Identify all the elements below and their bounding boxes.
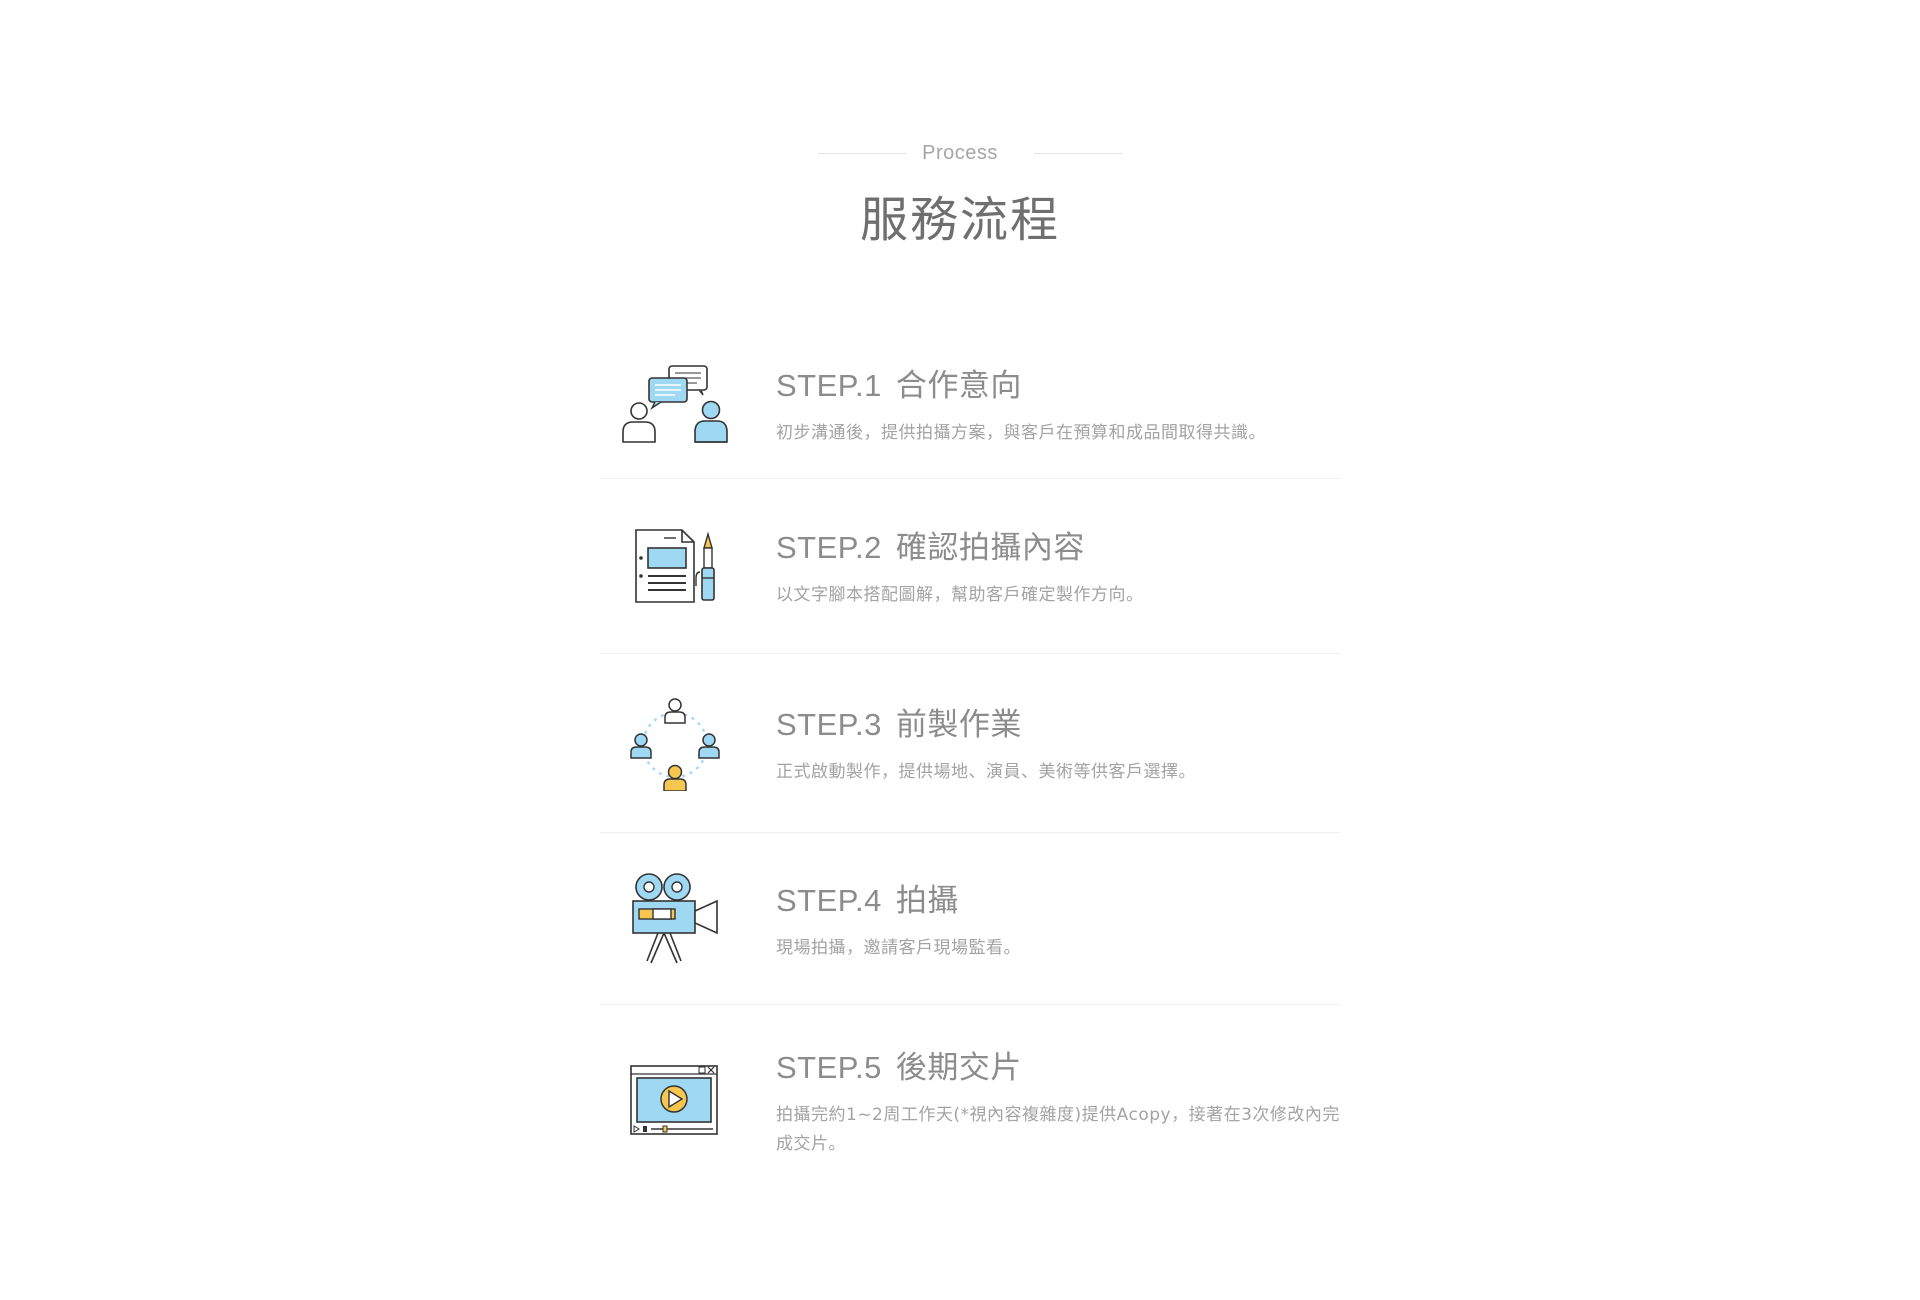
step-description: 以文字腳本搭配圖解，幫助客戶確定製作方向。 [776,585,1144,605]
step-number: STEP.4 [776,882,882,918]
step-number: STEP.1 [776,368,882,403]
step-title: STEP.2 確認拍攝內容 [776,522,1340,567]
film-camera-icon [600,871,750,967]
step-number: STEP.5 [776,1049,882,1085]
team-network-icon [600,695,750,791]
eyebrow-row: Process [0,136,1920,172]
section-header: Process 服務流程 [0,136,1920,250]
step-heading: 合作意向 [895,368,1022,403]
consultation-icon [600,364,750,444]
video-player-icon [600,1064,750,1136]
step-heading: 後期交片 [895,1049,1022,1085]
step-title: STEP.1 合作意向 [776,360,1340,405]
step-number: STEP.3 [776,707,882,742]
process-step-5: STEP.5 後期交片 拍攝完約1~2周工作天(*視內容複雜度)提供Acopy，接… [600,1005,1340,1195]
step-heading: 確認拍攝內容 [895,530,1085,565]
process-steps-list: STEP.1 合作意向 初步溝通後，提供拍攝方案，與客戶在預算和成品間取得共識。 [600,330,1340,1195]
eyebrow-divider-right [1034,153,1122,154]
step-heading: 拍攝 [895,882,959,918]
step-description: 正式啟動製作，提供場地、演員、美術等供客戶選擇。 [776,762,1196,782]
section-eyebrow: Process [922,142,998,164]
step-description: 拍攝完約1~2周工作天(*視內容複雜度)提供Acopy，接著在3次修改內完成交片… [776,1104,1340,1154]
step-title: STEP.3 前製作業 [776,699,1340,744]
step-number: STEP.2 [776,530,882,565]
step-description: 初步溝通後，提供拍攝方案，與客戶在預算和成品間取得共識。 [776,423,1266,443]
process-step-1: STEP.1 合作意向 初步溝通後，提供拍攝方案，與客戶在預算和成品間取得共識。 [600,330,1340,479]
step-text: STEP.2 確認拍攝內容 以文字腳本搭配圖解，幫助客戶確定製作方向。 [750,522,1340,610]
step-title: STEP.4 拍攝 [776,875,1340,920]
step-text: STEP.1 合作意向 初步溝通後，提供拍攝方案，與客戶在預算和成品間取得共識。 [750,360,1340,448]
step-heading: 前製作業 [895,707,1022,742]
step-text: STEP.4 拍攝 現場拍攝，邀請客戶現場監看。 [750,875,1340,963]
step-text: STEP.5 後期交片 拍攝完約1~2周工作天(*視內容複雜度)提供Acopy，接… [750,1042,1340,1159]
page-title: 服務流程 [859,192,1060,248]
process-step-2: STEP.2 確認拍攝內容 以文字腳本搭配圖解，幫助客戶確定製作方向。 [600,479,1340,654]
step-description: 現場拍攝，邀請客戶現場監看。 [776,937,1021,958]
step-title: STEP.5 後期交片 [776,1042,1340,1087]
step-text: STEP.3 前製作業 正式啟動製作，提供場地、演員、美術等供客戶選擇。 [750,699,1340,787]
process-step-4: STEP.4 拍攝 現場拍攝，邀請客戶現場監看。 [600,833,1340,1005]
process-step-3: STEP.3 前製作業 正式啟動製作，提供場地、演員、美術等供客戶選擇。 [600,654,1340,833]
script-document-icon [600,526,750,606]
